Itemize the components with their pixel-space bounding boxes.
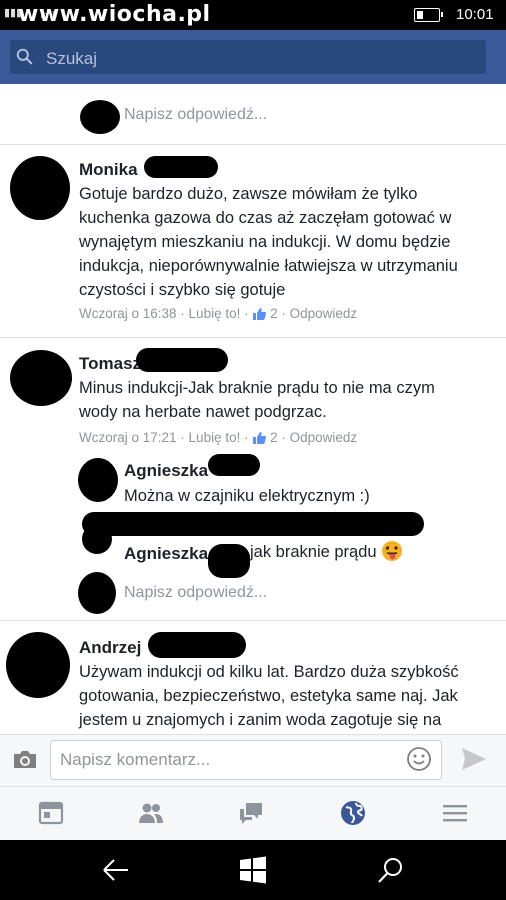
friends-icon[interactable] xyxy=(138,800,164,826)
search-icon[interactable] xyxy=(376,855,406,885)
comment-line: Używam indukcji od kilku lat. Bardzo duż… xyxy=(79,663,459,681)
reply-link[interactable]: Odpowiedz xyxy=(290,306,358,321)
news-feed-icon[interactable] xyxy=(38,800,64,826)
comment-line: gotowania, bezpieczeństwo, estetyka same… xyxy=(79,687,458,705)
comment-line: Gotuje bardzo dużo, zawsze mówiłam że ty… xyxy=(79,185,418,203)
comment-time: Wczoraj o 16:38 xyxy=(79,306,177,321)
comment-text: Minus indukcji-Jak braknie prądu to nie … xyxy=(79,376,435,424)
redaction xyxy=(208,454,260,476)
like-thumb-icon xyxy=(253,308,267,320)
reply-input[interactable]: Napisz odpowiedź... xyxy=(124,584,267,602)
redaction xyxy=(136,348,228,372)
notifications-globe-icon[interactable] xyxy=(340,800,366,826)
comment-time: Wczoraj o 17:21 xyxy=(79,430,177,445)
redaction xyxy=(208,544,250,578)
reply-author[interactable]: Agnieszka xyxy=(124,461,208,481)
back-arrow-icon[interactable] xyxy=(100,855,130,885)
comment-line: wody na herbate nawet podgrzac. xyxy=(79,403,327,421)
comment-placeholder: Napisz komentarz... xyxy=(60,750,211,769)
search-placeholder: Szukaj xyxy=(46,49,98,68)
divider xyxy=(0,337,506,338)
comments-list: Napisz odpowiedź... Monika Gotuje bardzo… xyxy=(0,84,506,734)
redacted-avatar[interactable] xyxy=(10,156,70,220)
reply-text: Można w czajniku elektrycznym :) xyxy=(124,487,370,505)
comment-line: kuchenka gazowa do czas aż zaczęłam goto… xyxy=(79,209,452,227)
redaction xyxy=(82,512,424,536)
comment-author[interactable]: Monika xyxy=(79,160,138,180)
redaction xyxy=(144,156,218,178)
windows-start-icon[interactable] xyxy=(238,855,268,885)
like-count: 2 xyxy=(270,306,278,321)
reply-input[interactable]: Napisz odpowiedź... xyxy=(124,106,267,124)
redacted-avatar xyxy=(78,572,116,614)
emoji-icon[interactable] xyxy=(406,746,432,772)
comment-meta: Wczoraj o 16:38 · Lubię to! · 2 · Odpowi… xyxy=(79,306,358,321)
reply-author[interactable]: Agnieszka xyxy=(124,544,208,564)
divider xyxy=(0,144,506,145)
search-icon xyxy=(16,48,33,65)
tongue-wink-emoji-icon xyxy=(382,541,403,561)
divider xyxy=(0,620,506,621)
like-count: 2 xyxy=(270,430,278,445)
redacted-avatar[interactable] xyxy=(10,350,72,406)
comment-text: Używam indukcji od kilku lat. Bardzo duż… xyxy=(79,660,459,732)
clock: 10:01 xyxy=(456,6,494,23)
reply-link[interactable]: Odpowiedz xyxy=(290,430,358,445)
comment-meta: Wczoraj o 17:21 · Lubię to! · 2 · Odpowi… xyxy=(79,430,358,445)
camera-icon[interactable] xyxy=(12,748,38,770)
comment-author[interactable]: Andrzej xyxy=(79,638,141,658)
reply-text: jak braknie prądu xyxy=(250,540,403,564)
like-thumb-icon xyxy=(253,432,267,444)
comment-text: Gotuje bardzo dużo, zawsze mówiłam że ty… xyxy=(79,182,458,302)
redacted-avatar[interactable] xyxy=(82,524,112,554)
comment-line: wynajętym mieszkaniu na indukcji. W domu… xyxy=(79,233,451,251)
comment-line: Minus indukcji-Jak braknie prądu to nie … xyxy=(79,379,435,397)
redacted-avatar[interactable] xyxy=(78,458,118,502)
comment-line: indukcja, nieporównywalnie łatwiejsza w … xyxy=(79,257,458,275)
send-icon[interactable] xyxy=(460,746,488,772)
battery-icon xyxy=(414,8,443,22)
watermark: www.wiocha.pl xyxy=(18,2,211,27)
messages-icon[interactable] xyxy=(238,800,264,826)
redacted-avatar[interactable] xyxy=(6,632,70,698)
like-link[interactable]: Lubię to! xyxy=(189,430,241,445)
redaction xyxy=(148,632,246,658)
redacted-avatar xyxy=(80,100,120,134)
comment-line: jestem u znajomych i zanim woda zagotuje… xyxy=(79,711,442,729)
comment-author[interactable]: Tomasz xyxy=(79,354,141,374)
menu-icon[interactable] xyxy=(442,800,468,826)
comment-line: czystości i szybko się gotuje xyxy=(79,281,286,299)
like-link[interactable]: Lubię to! xyxy=(189,306,241,321)
